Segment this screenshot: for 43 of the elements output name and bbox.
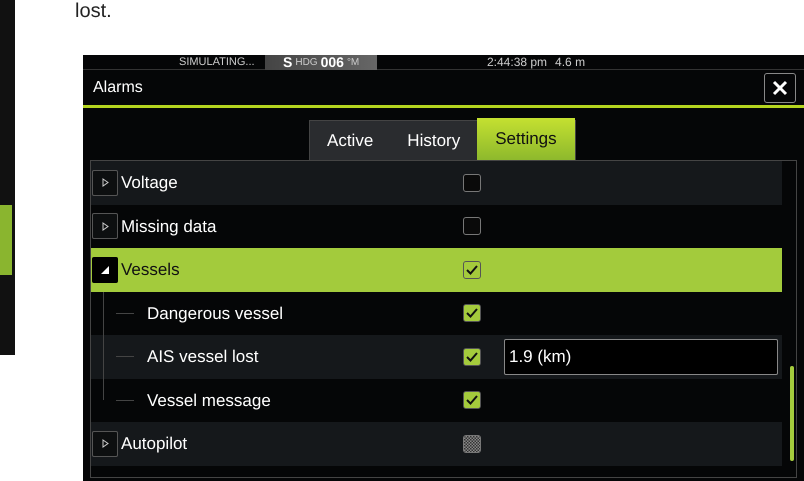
alarm-label: Missing data	[121, 216, 216, 238]
triangle-down-icon	[101, 266, 109, 274]
expander-button[interactable]	[92, 430, 118, 457]
triangle-right-icon	[102, 439, 108, 448]
alarm-row[interactable]: Autopilot	[91, 422, 782, 466]
window-title: Alarms	[93, 78, 143, 98]
close-button[interactable]	[764, 72, 796, 102]
triangle-right-icon	[102, 178, 108, 188]
alarm-label: Voltage	[121, 172, 178, 194]
alarm-label: Vessels	[121, 259, 180, 281]
tab[interactable]: Active	[310, 121, 390, 160]
check-icon	[466, 352, 478, 362]
alarm-row[interactable]: Vessels	[91, 248, 782, 292]
check-icon	[466, 308, 478, 318]
checkbox[interactable]	[463, 174, 481, 192]
alarm-row[interactable]: AIS vessel lost 1.9 (km)	[91, 335, 782, 378]
expander-button[interactable]	[92, 170, 118, 196]
value-field[interactable]: 1.9 (km)	[504, 338, 778, 375]
time-readout: 2:44:38 pm	[487, 54, 548, 71]
checkbox[interactable]	[463, 391, 481, 410]
alarm-label: Vessel message	[147, 390, 271, 412]
tab[interactable]: Settings	[477, 118, 575, 160]
checkbox[interactable]	[463, 304, 481, 322]
caption-text: lost.	[75, 0, 113, 24]
alarm-row[interactable]: Dangerous vessel	[91, 292, 782, 335]
checkbox[interactable]	[463, 217, 481, 236]
alarm-label: Autopilot	[121, 433, 188, 455]
expander-button[interactable]	[92, 213, 118, 240]
check-icon	[466, 264, 478, 275]
checkbox[interactable]	[463, 348, 481, 366]
simulation-status: SIMULATING...	[179, 54, 256, 70]
check-icon	[466, 395, 478, 406]
triangle-right-icon	[102, 222, 108, 231]
expander-button[interactable]	[92, 256, 118, 283]
alarm-row[interactable]: Voltage	[91, 161, 782, 204]
checkbox[interactable]	[463, 434, 481, 453]
close-icon	[772, 80, 788, 96]
heading-readout: S HDG 006 °M	[265, 54, 377, 70]
depth-readout: 4.6 m	[555, 54, 586, 71]
tab[interactable]: History	[390, 121, 478, 160]
alarm-label: AIS vessel lost	[147, 346, 258, 368]
checkbox[interactable]	[463, 260, 481, 279]
alarm-label: Dangerous vessel	[147, 302, 284, 324]
